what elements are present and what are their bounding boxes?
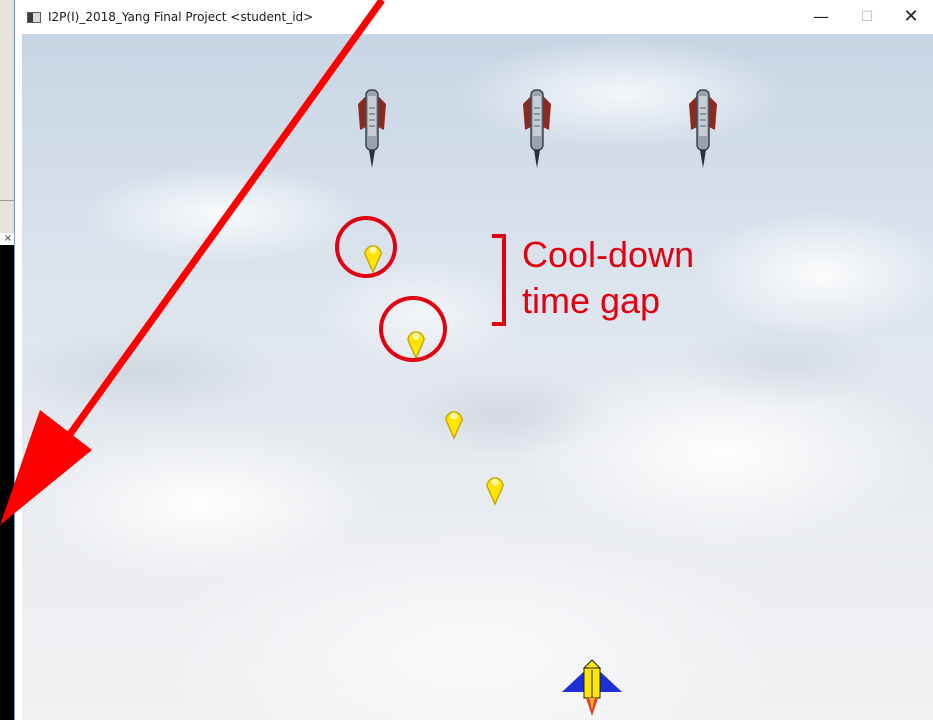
close-button[interactable]: ✕ — [888, 0, 933, 34]
window-title: I2P(I)_2018_Yang Final Project <student_… — [48, 10, 314, 24]
bullet-3 — [445, 411, 463, 440]
annotation-label: Cool-down time gap — [522, 232, 694, 324]
background-console-window[interactable] — [0, 245, 14, 720]
sky-cloud-background — [22, 34, 933, 720]
background-window-divider — [0, 200, 14, 201]
player-ship — [562, 659, 622, 716]
highlight-circle-bullet-2 — [379, 296, 447, 362]
annotation-label-line1: Cool-down — [522, 234, 695, 275]
highlight-circle-bullet-1 — [335, 216, 397, 278]
enemy-ship-3 — [689, 89, 717, 168]
enemy-ship-1 — [358, 89, 386, 168]
enemy-ship-2 — [523, 89, 551, 168]
game-canvas[interactable]: Cool-down time gap — [22, 34, 933, 720]
minimize-button[interactable]: — — [798, 0, 844, 34]
window-titlebar[interactable]: I2P(I)_2018_Yang Final Project <student_… — [15, 0, 933, 34]
maximize-button[interactable]: ☐ — [844, 0, 890, 34]
annotation-bracket — [492, 234, 506, 326]
app-icon[interactable] — [27, 12, 41, 23]
background-console-close-button[interactable]: × — [0, 233, 14, 245]
game-window[interactable]: I2P(I)_2018_Yang Final Project <student_… — [14, 0, 933, 720]
annotation-label-line2: time gap — [522, 280, 661, 321]
bullet-4 — [486, 477, 504, 506]
